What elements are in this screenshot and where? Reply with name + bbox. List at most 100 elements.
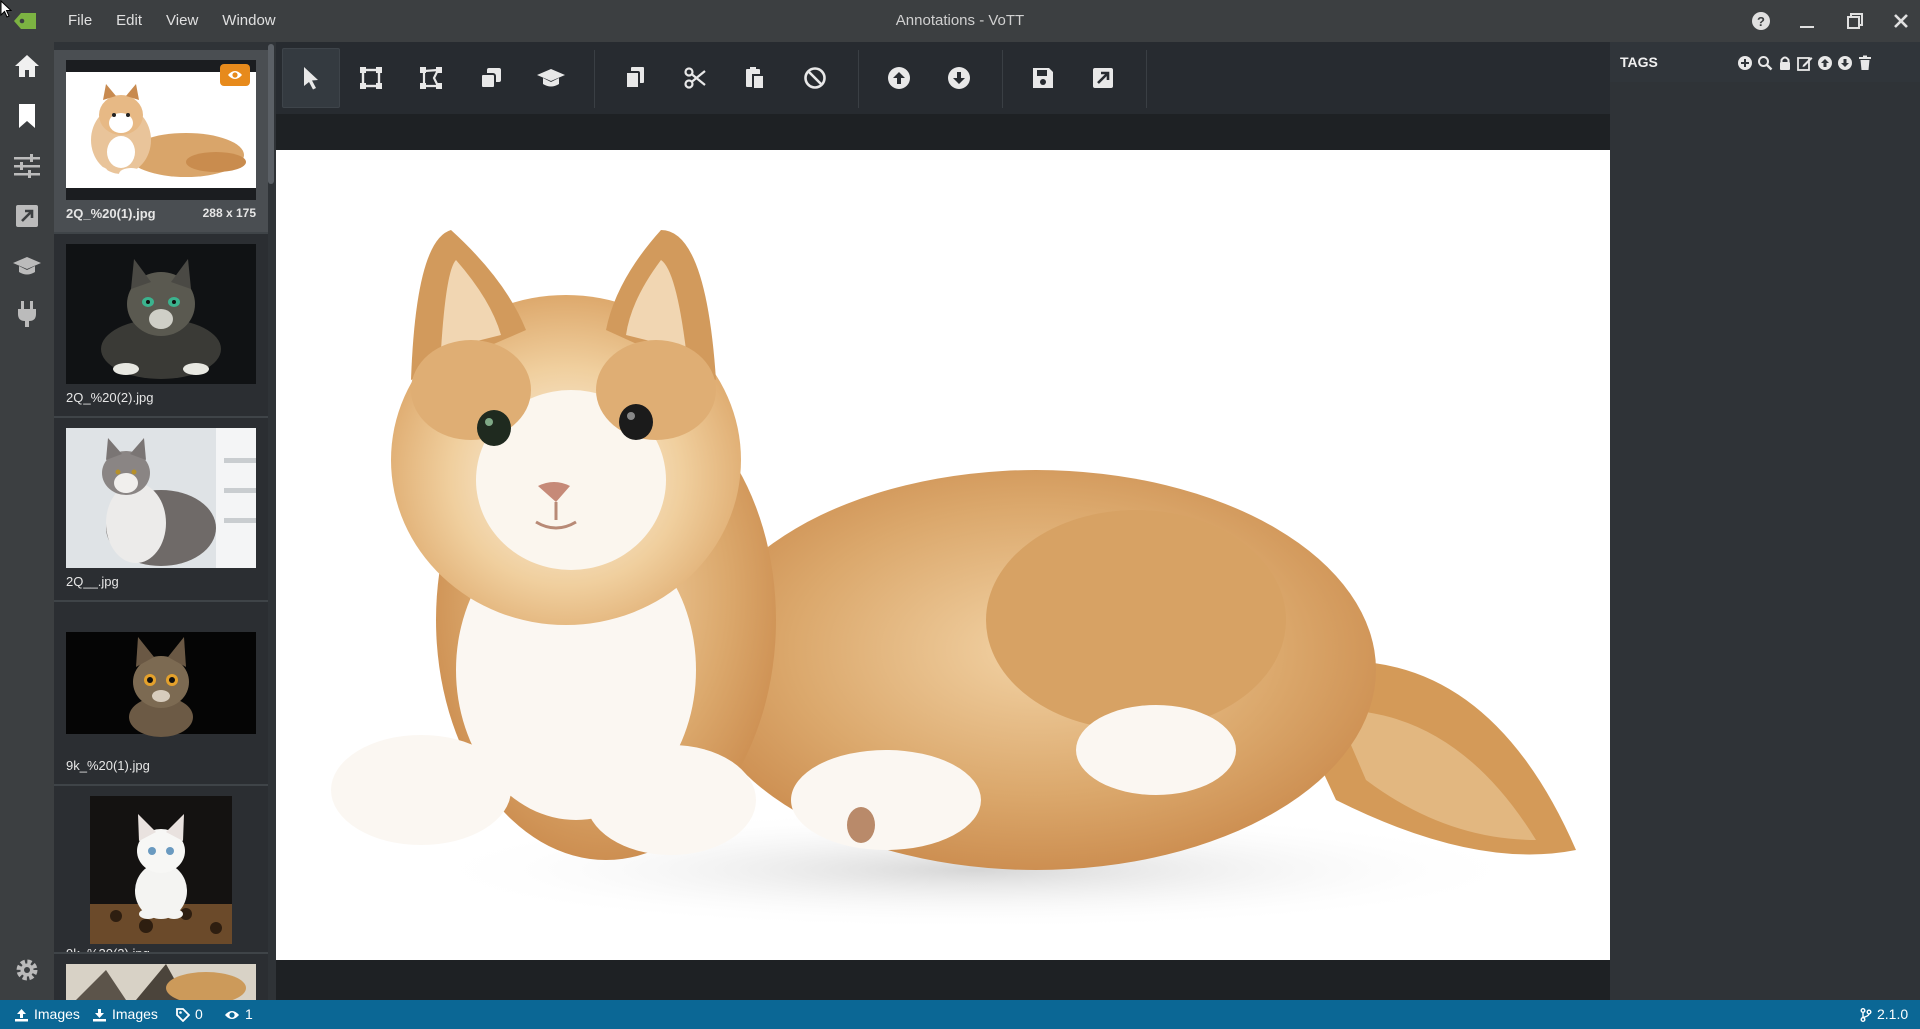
tags-panel: TAGS: [1610, 42, 1920, 1000]
save-project-button[interactable]: [1014, 48, 1072, 108]
draw-rectangle-button[interactable]: [342, 48, 400, 108]
toolbar-separator: [594, 50, 595, 108]
asset-thumbnail: [66, 244, 256, 384]
close-button[interactable]: [1886, 8, 1916, 34]
asset-item[interactable]: [54, 954, 268, 1000]
svg-text:?: ?: [1757, 14, 1765, 29]
export-project-button[interactable]: [1074, 48, 1132, 108]
menu-file[interactable]: File: [56, 0, 104, 42]
canvas-bottom-strip: [276, 960, 1610, 1000]
pointer-icon: [304, 67, 318, 90]
polygon-icon: [420, 67, 442, 89]
asset-name: 9k_%20(1).jpg: [66, 758, 150, 773]
minimize-button[interactable]: [1792, 8, 1822, 34]
gear-icon[interactable]: [11, 954, 43, 986]
active-learning-icon[interactable]: [11, 250, 43, 282]
menu-window[interactable]: Window: [210, 0, 287, 42]
asset-name: 2Q_%20(2).jpg: [66, 390, 154, 405]
arrow-circle-up-icon: [888, 67, 910, 89]
tag-count: 0: [176, 1000, 203, 1029]
clone-icon: [480, 68, 501, 89]
asset-thumbnail: [66, 964, 256, 1000]
copy-icon: [625, 67, 644, 89]
title-bar: File Edit View Window Annotations - VoTT…: [0, 0, 1920, 42]
status-bar: Images Images 0 1 2.1.0: [0, 1000, 1920, 1029]
delete-tag-icon[interactable]: [1856, 54, 1874, 72]
code-branch-icon: [1860, 1007, 1872, 1022]
asset-thumbnail: [66, 428, 256, 568]
select-tool-button[interactable]: [282, 48, 340, 108]
next-asset-button[interactable]: [930, 48, 988, 108]
edit-icon[interactable]: [1796, 54, 1814, 72]
toolbar-separator: [1002, 50, 1003, 108]
download-icon: [93, 1008, 106, 1021]
settings-sliders-icon[interactable]: [11, 150, 43, 182]
visited-count-value: 1: [245, 1006, 253, 1022]
help-icon[interactable]: ?: [1746, 8, 1776, 34]
asset-thumbnail: [66, 796, 256, 944]
asset-item[interactable]: 9k_%20(1).jpg: [54, 602, 268, 784]
target-connection[interactable]: Images: [92, 1000, 158, 1029]
asset-list[interactable]: 2Q_%20(1).jpg 288 x 175 2Q_%20(2).jpg 2Q…: [54, 42, 276, 1000]
toolbar-separator: [1146, 50, 1147, 108]
left-navigation: [0, 42, 54, 1000]
upload-icon: [15, 1008, 28, 1021]
asset-name: 2Q__.jpg: [66, 574, 119, 589]
add-tag-icon[interactable]: [1736, 54, 1754, 72]
window-title: Annotations - VoTT: [895, 12, 1025, 29]
home-icon[interactable]: [11, 50, 43, 82]
asset-name: 2Q_%20(1).jpg: [66, 206, 156, 221]
asset-item[interactable]: 2Q_%20(1).jpg 288 x 175: [54, 50, 268, 232]
vott-logo-icon: [14, 13, 36, 29]
restore-button[interactable]: [1840, 8, 1870, 34]
connections-plug-icon[interactable]: [11, 298, 43, 330]
arrow-circle-down-icon: [948, 67, 970, 89]
graduation-cap-icon: [537, 69, 565, 87]
ban-icon: [804, 67, 826, 89]
search-icon[interactable]: [1756, 54, 1774, 72]
rectangle-icon: [360, 67, 382, 89]
paste-regions-button[interactable]: [726, 48, 784, 108]
copy-rectangle-button[interactable]: [462, 48, 520, 108]
asset-item[interactable]: 9k_%20(2).jpg: [54, 786, 268, 968]
tags-title: TAGS: [1620, 54, 1658, 70]
lock-icon[interactable]: [1776, 54, 1794, 72]
visited-badge: [220, 64, 250, 86]
annotation-image[interactable]: [276, 150, 1610, 960]
asset-size: 288 x 175: [202, 206, 256, 220]
move-tag-up-icon[interactable]: [1816, 54, 1834, 72]
tag-count-value: 0: [195, 1006, 203, 1022]
toolbar-separator: [858, 50, 859, 108]
app-version: 2.1.0: [1860, 1000, 1908, 1029]
visited-count: 1: [224, 1000, 253, 1029]
eye-icon: [225, 1010, 239, 1019]
source-connection[interactable]: Images: [14, 1000, 80, 1029]
scissors-icon: [684, 67, 706, 89]
asset-thumbnail: [66, 612, 256, 752]
asset-item[interactable]: 2Q__.jpg: [54, 418, 268, 600]
bookmark-icon[interactable]: [11, 100, 43, 132]
export-icon: [1093, 68, 1113, 88]
paste-icon: [746, 67, 765, 90]
export-icon[interactable]: [11, 200, 43, 232]
mouse-cursor-icon: [0, 0, 12, 18]
asset-list-scrollbar[interactable]: [268, 44, 274, 184]
active-learning-button[interactable]: [522, 48, 580, 108]
draw-polygon-button[interactable]: [402, 48, 460, 108]
previous-asset-button[interactable]: [870, 48, 928, 108]
target-connection-label: Images: [112, 1006, 158, 1022]
menu-bar: File Edit View Window: [56, 0, 288, 42]
asset-item[interactable]: 2Q_%20(2).jpg: [54, 234, 268, 416]
move-tag-down-icon[interactable]: [1836, 54, 1854, 72]
save-icon: [1033, 68, 1053, 88]
remove-all-regions-button[interactable]: [786, 48, 844, 108]
editor-toolbar: [276, 42, 1610, 114]
menu-edit[interactable]: Edit: [104, 0, 154, 42]
cut-regions-button[interactable]: [666, 48, 724, 108]
copy-regions-button[interactable]: [606, 48, 664, 108]
source-connection-label: Images: [34, 1006, 80, 1022]
menu-view[interactable]: View: [154, 0, 210, 42]
tags-header: TAGS: [1610, 42, 1920, 82]
editor-canvas[interactable]: [276, 114, 1610, 1000]
tag-icon: [176, 1007, 190, 1022]
